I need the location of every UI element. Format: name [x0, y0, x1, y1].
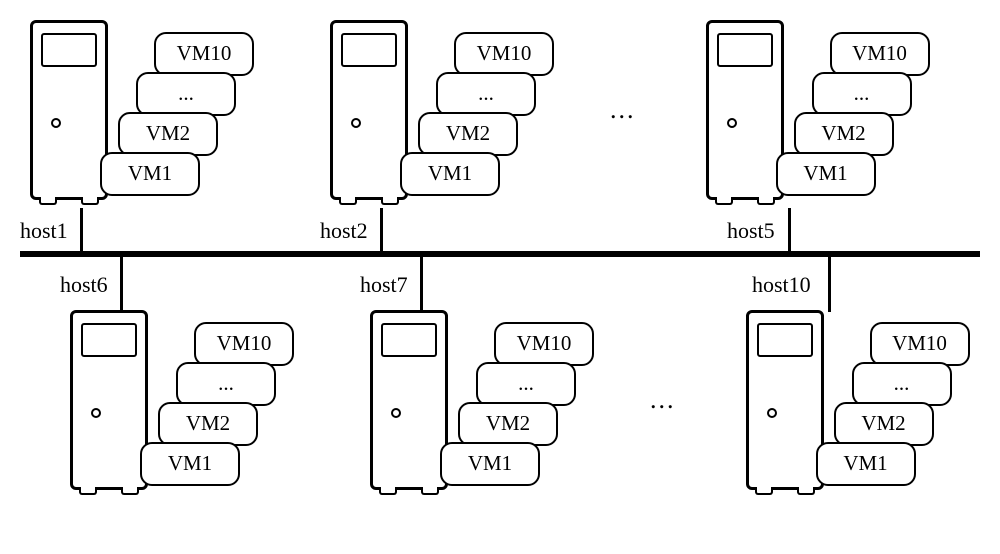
label-host10: host10 [752, 272, 811, 298]
vm-label: VM1 [468, 451, 512, 476]
connector-host1 [80, 208, 83, 253]
vm-card: VM1 [816, 442, 916, 486]
top-row: VM10 ... VM2 VM1 VM10 ... VM2 VM1 ... VM… [30, 20, 916, 200]
server-icon [370, 310, 448, 490]
ellipsis: ... [610, 95, 636, 125]
vm-card: VM10 [870, 322, 970, 366]
vm-card: VM10 [194, 322, 294, 366]
vm-card: VM1 [100, 152, 200, 196]
server-led-icon [91, 408, 101, 418]
vm-stack: VM10 ... VM2 VM1 [440, 322, 580, 487]
vm-label: ... [178, 81, 194, 106]
server-led-icon [351, 118, 361, 128]
vm-label: VM2 [821, 121, 865, 146]
server-feet-icon [379, 487, 439, 497]
vm-label: VM10 [892, 331, 947, 356]
vm-card: ... [176, 362, 276, 406]
server-feet-icon [39, 197, 99, 207]
vm-label: ... [894, 371, 910, 396]
vm-card: VM2 [118, 112, 218, 156]
host-group-7: VM10 ... VM2 VM1 [370, 310, 580, 490]
vm-label: VM2 [486, 411, 530, 436]
vm-label: VM10 [477, 41, 532, 66]
connector-host5 [788, 208, 791, 253]
vm-label: VM1 [128, 161, 172, 186]
vm-label: VM1 [803, 161, 847, 186]
vm-label: VM10 [217, 331, 272, 356]
vm-card: VM1 [400, 152, 500, 196]
connector-host2 [380, 208, 383, 253]
vm-label: VM10 [852, 41, 907, 66]
server-icon [746, 310, 824, 490]
vm-label: ... [478, 81, 494, 106]
label-host1: host1 [20, 218, 68, 244]
server-led-icon [767, 408, 777, 418]
vm-label: ... [854, 81, 870, 106]
vm-stack: VM10 ... VM2 VM1 [100, 32, 240, 197]
server-feet-icon [715, 197, 775, 207]
label-host2: host2 [320, 218, 368, 244]
vm-card: VM2 [458, 402, 558, 446]
vm-label: VM1 [843, 451, 887, 476]
vm-card: VM2 [794, 112, 894, 156]
vm-stack: VM10 ... VM2 VM1 [400, 32, 540, 197]
server-feet-icon [339, 197, 399, 207]
vm-card: VM1 [140, 442, 240, 486]
label-host5: host5 [727, 218, 775, 244]
vm-card: ... [136, 72, 236, 116]
server-led-icon [727, 118, 737, 128]
vm-card: VM10 [454, 32, 554, 76]
label-host7: host7 [360, 272, 408, 298]
server-icon [70, 310, 148, 490]
vm-stack: VM10 ... VM2 VM1 [140, 322, 280, 487]
vm-card: VM2 [418, 112, 518, 156]
host-group-2: VM10 ... VM2 VM1 [330, 20, 540, 200]
label-host6: host6 [60, 272, 108, 298]
vm-card: VM2 [834, 402, 934, 446]
connector-host6 [120, 255, 123, 312]
server-feet-icon [79, 487, 139, 497]
vm-label: VM1 [428, 161, 472, 186]
vm-card: VM10 [154, 32, 254, 76]
vm-label: VM2 [146, 121, 190, 146]
bottom-row: VM10 ... VM2 VM1 VM10 ... VM2 VM1 ... VM… [70, 310, 956, 490]
host-group-10: VM10 ... VM2 VM1 [746, 310, 956, 490]
vm-card: VM1 [776, 152, 876, 196]
host-group-1: VM10 ... VM2 VM1 [30, 20, 240, 200]
server-led-icon [391, 408, 401, 418]
connector-host7 [420, 255, 423, 312]
vm-label: VM2 [861, 411, 905, 436]
vm-label: VM1 [168, 451, 212, 476]
vm-card: VM10 [494, 322, 594, 366]
vm-card: VM1 [440, 442, 540, 486]
vm-card: ... [812, 72, 912, 116]
vm-stack: VM10 ... VM2 VM1 [776, 32, 916, 197]
vm-stack: VM10 ... VM2 VM1 [816, 322, 956, 487]
ellipsis: ... [650, 385, 676, 415]
vm-label: ... [218, 371, 234, 396]
vm-label: VM2 [446, 121, 490, 146]
server-icon [706, 20, 784, 200]
host-group-5: VM10 ... VM2 VM1 [706, 20, 916, 200]
vm-label: VM2 [186, 411, 230, 436]
vm-card: ... [436, 72, 536, 116]
network-bus-line [20, 251, 980, 257]
vm-card: VM10 [830, 32, 930, 76]
server-icon [30, 20, 108, 200]
server-icon [330, 20, 408, 200]
vm-label: VM10 [517, 331, 572, 356]
vm-card: ... [476, 362, 576, 406]
host-group-6: VM10 ... VM2 VM1 [70, 310, 280, 490]
server-feet-icon [755, 487, 815, 497]
vm-card: VM2 [158, 402, 258, 446]
vm-label: ... [518, 371, 534, 396]
connector-host10 [828, 255, 831, 312]
vm-label: VM10 [177, 41, 232, 66]
vm-card: ... [852, 362, 952, 406]
server-led-icon [51, 118, 61, 128]
